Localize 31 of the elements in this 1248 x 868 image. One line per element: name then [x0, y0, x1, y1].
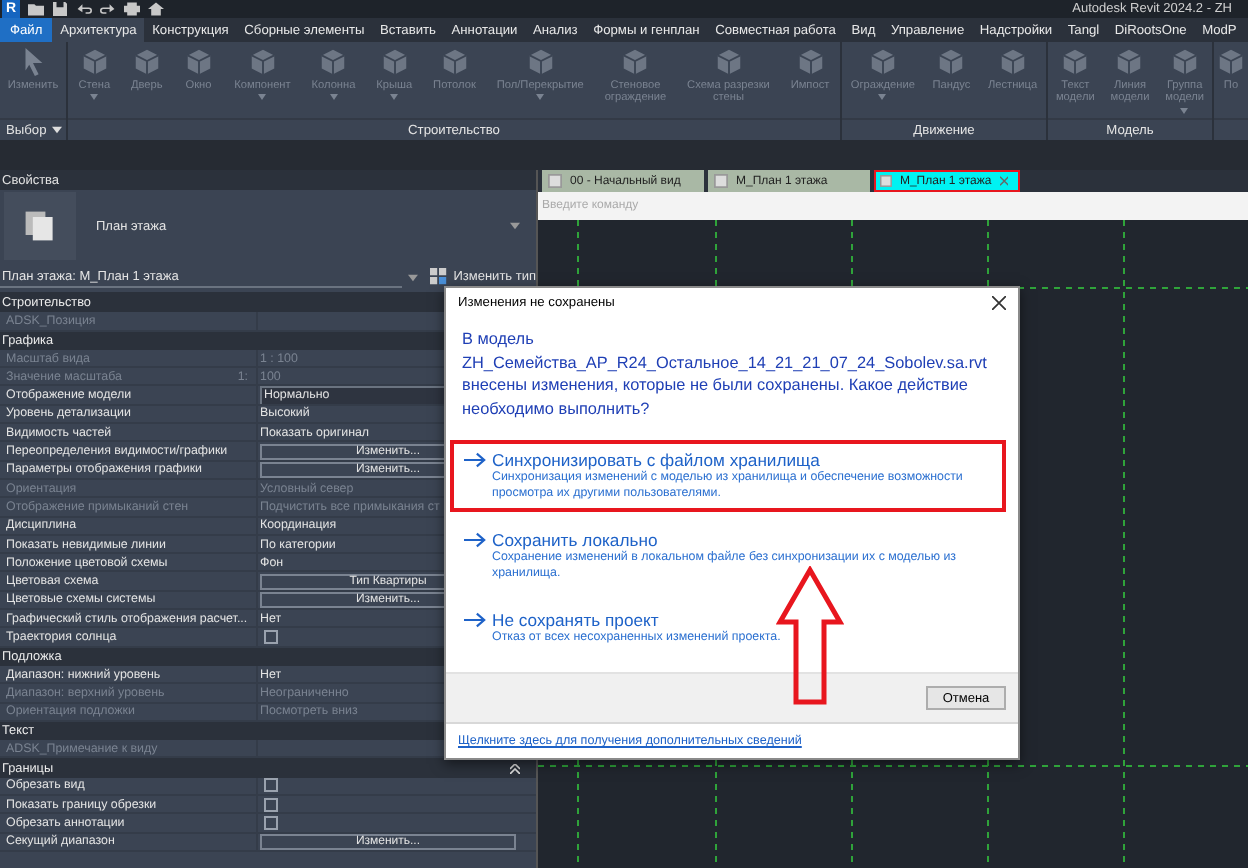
chevrons-icon[interactable]	[510, 763, 520, 774]
sheet-icon	[714, 174, 728, 188]
caret-icon[interactable]	[52, 126, 63, 134]
save-icon[interactable]	[52, 2, 68, 16]
house-icon[interactable]	[148, 2, 164, 16]
arrow-icon	[464, 452, 486, 469]
caret-icon	[258, 94, 267, 101]
arrow-icon	[464, 532, 486, 549]
checkbox[interactable]	[264, 815, 278, 830]
option-title: Сохранить локально	[492, 530, 658, 551]
checkbox[interactable]	[264, 778, 278, 793]
arrow-annotation	[776, 566, 844, 706]
undo-icon[interactable]	[76, 2, 92, 16]
close-icon[interactable]	[992, 296, 1006, 310]
arrow-icon	[464, 612, 486, 629]
caret-icon[interactable]	[510, 222, 520, 230]
caret-icon	[878, 94, 887, 101]
redo-icon[interactable]	[100, 2, 116, 16]
caret-icon	[536, 94, 545, 101]
pages-icon	[22, 208, 58, 244]
caret-icon	[329, 94, 338, 101]
caret-icon	[1180, 107, 1189, 114]
caret-icon[interactable]	[407, 273, 418, 281]
caret-icon	[90, 94, 99, 101]
grid-icon	[429, 268, 448, 286]
sheet-icon	[548, 174, 562, 188]
caret-icon	[390, 94, 399, 101]
sheet-icon	[880, 174, 892, 188]
checkbox[interactable]	[264, 629, 278, 644]
option-title: Не сохранять проект	[492, 610, 659, 631]
checkbox[interactable]	[264, 797, 278, 812]
